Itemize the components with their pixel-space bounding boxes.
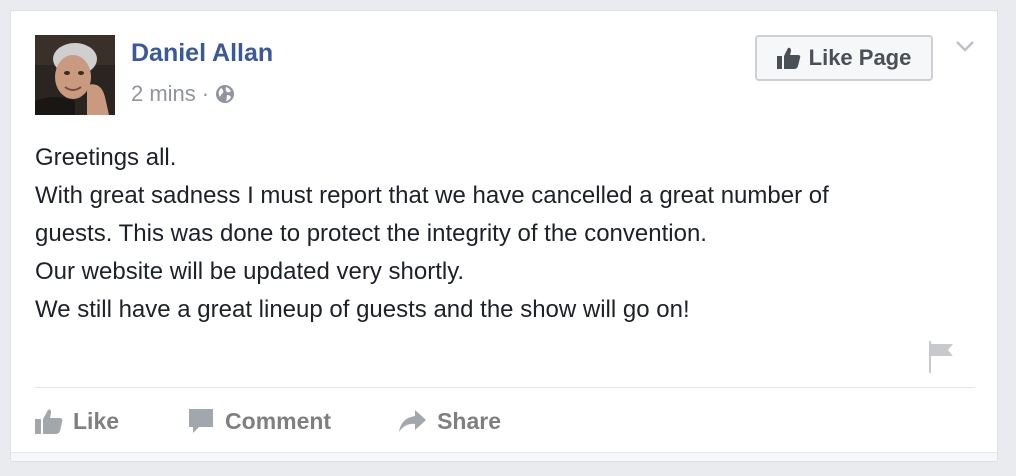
chevron-down-icon[interactable] <box>955 39 975 58</box>
post-card: Daniel Allan 2 mins · Like Page Greeting… <box>10 10 998 462</box>
timestamp[interactable]: 2 mins <box>131 81 196 107</box>
globe-icon[interactable] <box>215 84 235 104</box>
avatar[interactable] <box>35 35 115 115</box>
avatar-photo <box>35 35 115 115</box>
comment-label: Comment <box>225 407 332 434</box>
like-button[interactable]: Like <box>35 408 119 435</box>
comment-area-strip <box>11 452 997 461</box>
thumbs-up-icon <box>35 409 63 434</box>
comment-icon <box>189 409 214 433</box>
comment-button[interactable]: Comment <box>187 407 331 435</box>
like-page-label: Like Page <box>808 45 912 70</box>
like-page-button[interactable]: Like Page <box>755 35 933 81</box>
thumbs-up-icon <box>776 47 800 69</box>
post-text: Greetings all. With great sadness I must… <box>35 139 975 329</box>
post-line: guests. This was done to protect the int… <box>35 220 707 247</box>
share-arrow-icon <box>399 410 427 432</box>
divider <box>35 387 975 388</box>
post-line: Our website will be updated very shortly… <box>35 258 465 285</box>
author-name[interactable]: Daniel Allan <box>131 39 273 68</box>
post-line: Greetings all. <box>35 144 177 171</box>
share-label: Share <box>437 407 502 434</box>
post-meta: 2 mins · <box>131 81 235 107</box>
share-button[interactable]: Share <box>397 408 501 435</box>
post-line: With great sadness I must report that we… <box>35 182 829 209</box>
flag-icon[interactable] <box>927 341 957 378</box>
like-label: Like <box>73 407 120 434</box>
post-line: We still have a great lineup of guests a… <box>35 296 690 323</box>
action-bar: Like Comment Share <box>35 401 501 441</box>
separator: · <box>201 81 210 106</box>
